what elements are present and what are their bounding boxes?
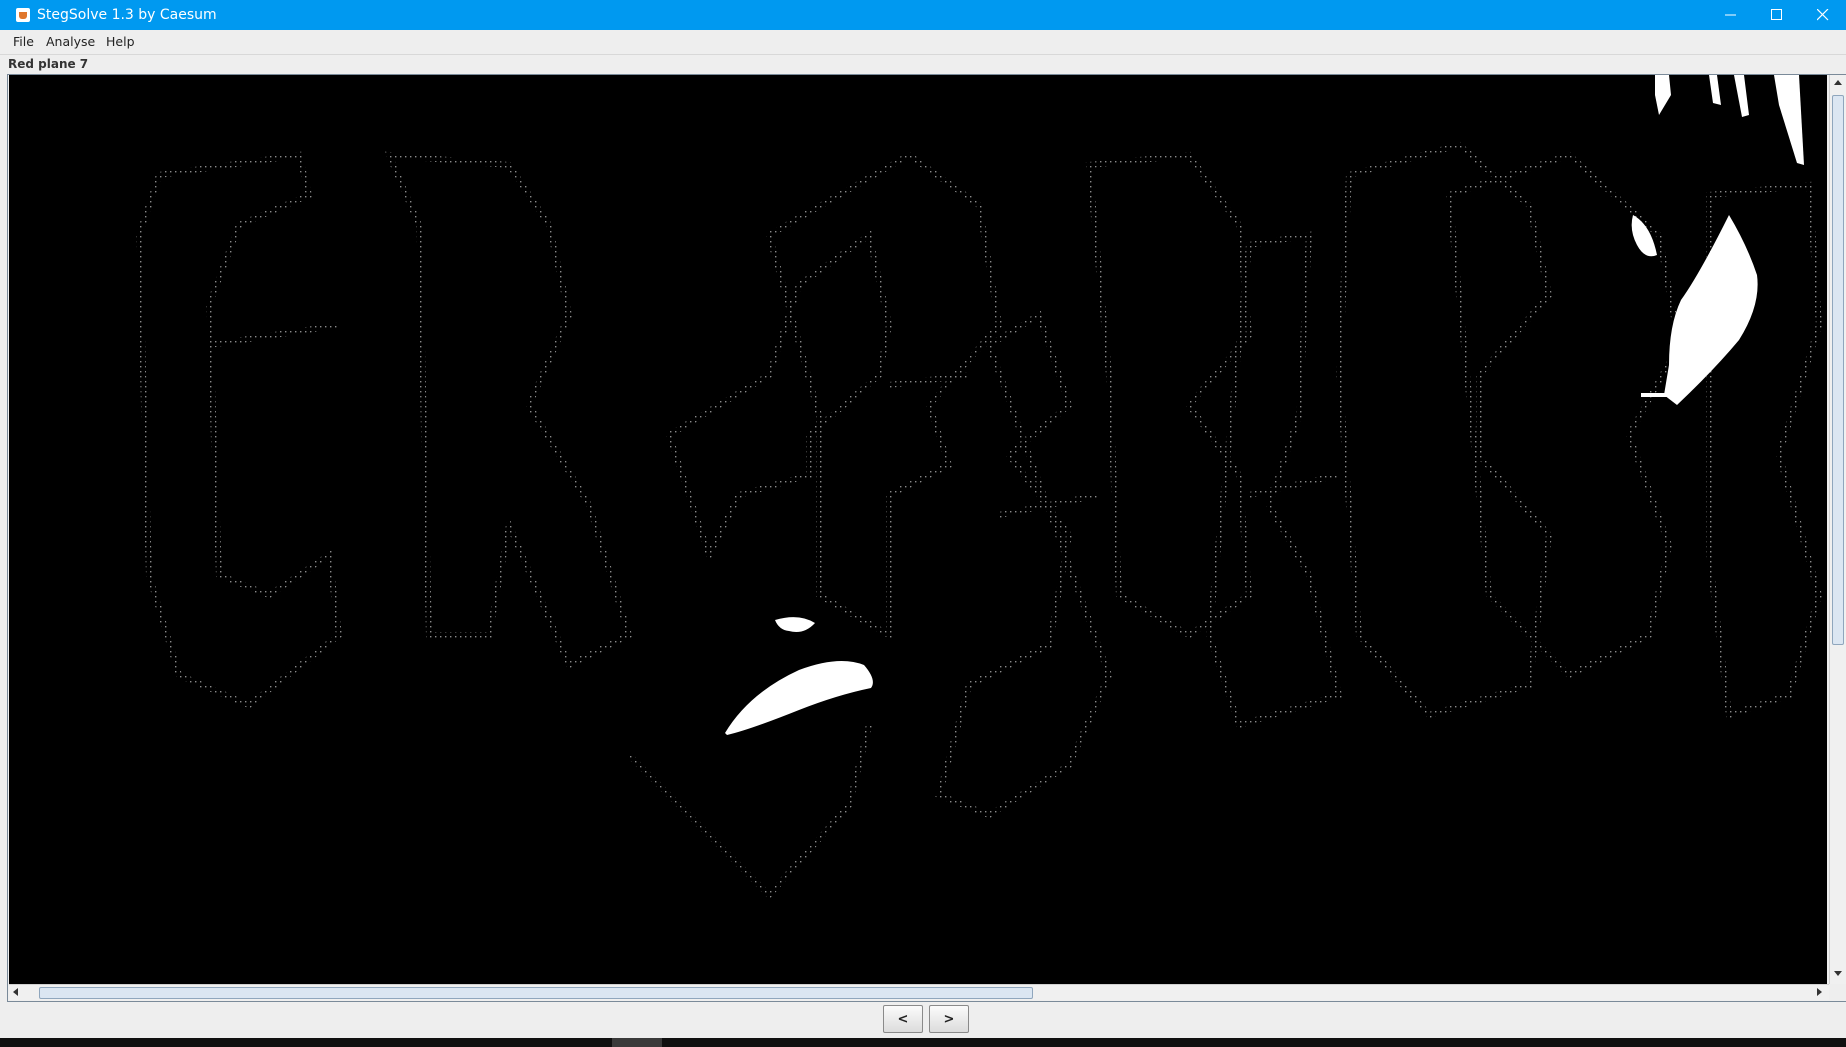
menu-help[interactable]: Help <box>106 34 135 50</box>
scroll-right-icon[interactable] <box>1817 988 1822 996</box>
horizontal-scroll-thumb[interactable] <box>39 987 1033 999</box>
taskbar-strip <box>0 1038 1846 1047</box>
close-icon[interactable] <box>1800 0 1846 30</box>
menu-analyse[interactable]: Analyse <box>46 34 95 50</box>
image-canvas <box>9 75 1827 984</box>
menu-file[interactable]: File <box>13 34 34 50</box>
title-bar: StegSolve 1.3 by Caesum <box>0 0 1846 30</box>
bit-plane-image <box>135 75 1823 900</box>
next-plane-button[interactable]: > <box>929 1005 969 1033</box>
vertical-scroll-thumb[interactable] <box>1832 95 1844 645</box>
scroll-up-icon[interactable] <box>1834 80 1842 85</box>
prev-plane-button[interactable]: < <box>883 1005 923 1033</box>
java-app-icon <box>16 8 30 22</box>
maximize-icon[interactable] <box>1754 0 1800 30</box>
dotted-text-traces <box>135 141 1823 900</box>
scroll-down-icon[interactable] <box>1834 971 1842 976</box>
vertical-scrollbar[interactable] <box>1829 75 1846 984</box>
horizontal-scrollbar[interactable] <box>9 984 1829 1000</box>
minimize-icon[interactable] <box>1708 0 1754 30</box>
scroll-left-icon[interactable] <box>13 988 18 996</box>
menu-bar: File Analyse Help <box>0 30 1846 55</box>
plane-label: Red plane 7 <box>8 57 89 71</box>
taskbar-highlight <box>612 1038 662 1047</box>
window-title: StegSolve 1.3 by Caesum <box>37 7 217 23</box>
